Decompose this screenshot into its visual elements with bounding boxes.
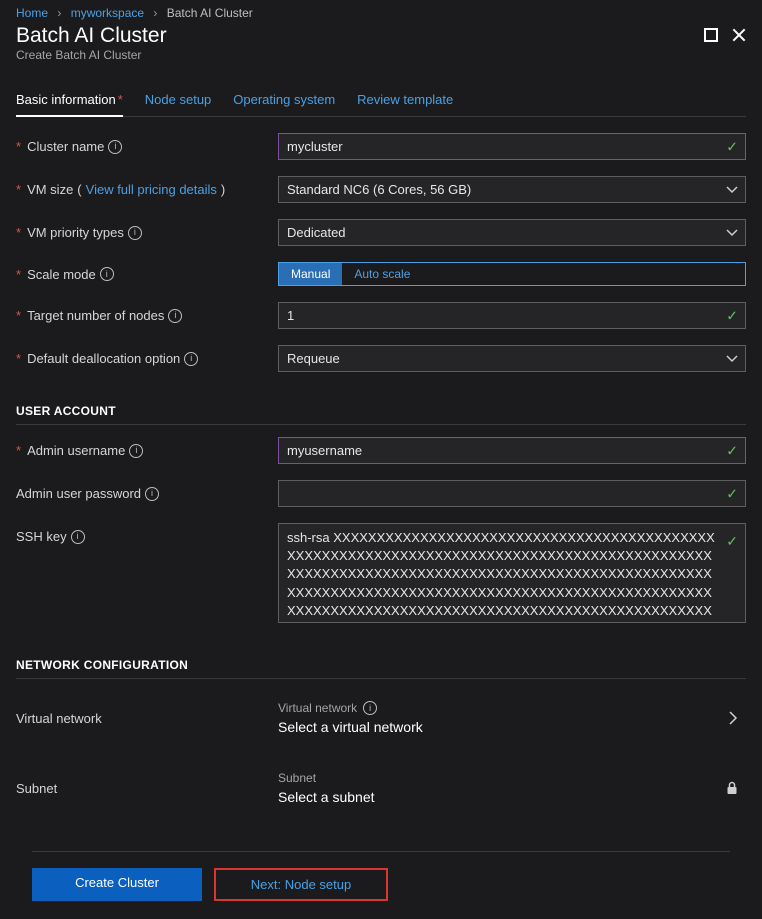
subnet-picker[interactable]: Subnet Select a subnet (278, 761, 746, 815)
info-icon[interactable]: i (129, 444, 143, 458)
breadcrumb-home[interactable]: Home (16, 6, 48, 20)
create-cluster-button[interactable]: Create Cluster (32, 868, 202, 901)
vm-priority-select[interactable]: Dedicated (278, 219, 746, 246)
scale-mode-manual[interactable]: Manual (279, 263, 342, 285)
next-node-setup-button[interactable]: Next: Node setup (214, 868, 388, 901)
required-marker: * (16, 139, 21, 154)
picker-value: Select a subnet (278, 789, 726, 805)
page-subtitle: Create Batch AI Cluster (16, 48, 167, 62)
picker-label: Subnet (278, 771, 316, 785)
required-marker: * (16, 351, 21, 366)
required-marker: * (16, 182, 21, 197)
required-marker: * (16, 225, 21, 240)
scale-mode-auto[interactable]: Auto scale (342, 263, 422, 285)
tab-label: Basic information (16, 92, 116, 107)
lock-icon (726, 781, 738, 795)
cluster-name-input[interactable] (278, 133, 746, 160)
info-icon[interactable]: i (128, 226, 142, 240)
info-icon[interactable]: i (145, 487, 159, 501)
label-vm-size: VM size (27, 182, 73, 197)
ssh-key-textarea[interactable] (278, 523, 746, 623)
breadcrumb-workspace[interactable]: myworkspace (71, 6, 144, 20)
tabs: Basic information* Node setup Operating … (16, 86, 746, 117)
dealloc-select[interactable]: Requeue (278, 345, 746, 372)
label-admin-password: Admin user password (16, 486, 141, 501)
virtual-network-picker[interactable]: Virtual network i Select a virtual netwo… (278, 691, 746, 745)
info-icon: i (363, 701, 377, 715)
info-icon[interactable]: i (71, 530, 85, 544)
required-marker: * (118, 92, 123, 107)
label-ssh-key: SSH key (16, 529, 67, 544)
breadcrumb-sep: › (57, 6, 61, 20)
label-target-nodes: Target number of nodes (27, 308, 164, 323)
picker-label: Virtual network (278, 701, 357, 715)
info-icon[interactable]: i (108, 140, 122, 154)
tab-basic-information[interactable]: Basic information* (16, 86, 123, 117)
label-admin-username: Admin username (27, 443, 125, 458)
breadcrumb: Home › myworkspace › Batch AI Cluster (0, 0, 762, 22)
required-marker: * (16, 443, 21, 458)
pricing-details-link[interactable]: View full pricing details (86, 182, 217, 197)
section-user-account: USER ACCOUNT (16, 386, 746, 425)
vm-size-select[interactable]: Standard NC6 (6 Cores, 56 GB) (278, 176, 746, 203)
label-subnet: Subnet (16, 781, 57, 796)
section-network-configuration: NETWORK CONFIGURATION (16, 640, 746, 679)
chevron-right-icon (728, 711, 738, 725)
breadcrumb-sep: › (153, 6, 157, 20)
picker-value: Select a virtual network (278, 719, 728, 735)
required-marker: * (16, 308, 21, 323)
required-marker: * (16, 267, 21, 282)
label-scale-mode: Scale mode (27, 267, 96, 282)
info-icon[interactable]: i (168, 309, 182, 323)
scale-mode-toggle: Manual Auto scale (278, 262, 746, 286)
info-icon[interactable]: i (184, 352, 198, 366)
close-icon[interactable] (732, 28, 746, 42)
page-title: Batch AI Cluster (16, 24, 167, 48)
label-cluster-name: Cluster name (27, 139, 104, 154)
tab-review-template[interactable]: Review template (357, 86, 453, 116)
label-dealloc: Default deallocation option (27, 351, 180, 366)
label-virtual-network: Virtual network (16, 711, 102, 726)
tab-operating-system[interactable]: Operating system (233, 86, 335, 116)
info-icon[interactable]: i (100, 267, 114, 281)
target-nodes-input[interactable] (278, 302, 746, 329)
label-vm-priority: VM priority types (27, 225, 124, 240)
tab-node-setup[interactable]: Node setup (145, 86, 212, 116)
admin-username-input[interactable] (278, 437, 746, 464)
admin-password-input[interactable] (278, 480, 746, 507)
restore-icon[interactable] (704, 28, 718, 42)
breadcrumb-current: Batch AI Cluster (167, 6, 253, 20)
